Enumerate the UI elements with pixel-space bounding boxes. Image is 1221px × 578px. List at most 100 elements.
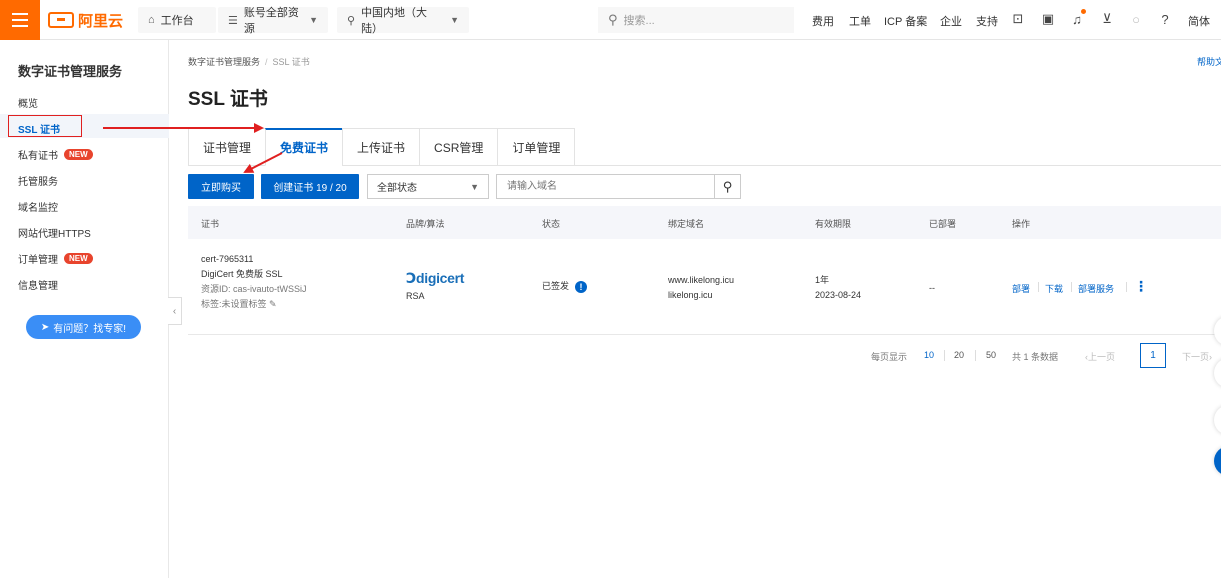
domain-search-button[interactable]: ⚲ [714,174,741,199]
sidebar-item-label: 订单管理 [18,255,58,266]
sidebar-item-domain-monitor[interactable]: 域名监控 [18,199,58,214]
sidebar-item-label: 网站代理HTTPS [18,229,91,240]
floating-widget[interactable] [1214,316,1221,346]
breadcrumb-current: SSL 证书 [272,57,310,67]
account-resources-dropdown[interactable]: ☰ 账号全部资源 ▼ [218,7,328,35]
top-link-icp[interactable]: ICP 备案 [884,13,927,29]
pager-divider [944,350,945,361]
row-divider [188,334,1221,335]
global-search-placeholder: 搜索... [623,15,655,27]
cert-tag[interactable]: 标签:未设置标签 ✎ [201,297,307,312]
op-divider [1126,282,1127,292]
deploy-service-link[interactable]: 部署服务 [1078,282,1114,295]
next-page-button[interactable]: 下一页› [1182,350,1212,363]
prev-page-button[interactable]: ‹上一页 [1085,350,1115,363]
sidebar-item-info[interactable]: 信息管理 [18,277,58,292]
digicert-mark-icon: Ↄ [406,270,416,286]
sidebar-title: 数字证书管理服务 [18,64,123,79]
workbench-button[interactable]: ⌂ 工作台 [138,7,216,33]
sidebar-item-ssl-cert[interactable]: SSL 证书 [18,121,60,136]
sidebar-item-label: 概览 [18,99,38,110]
sidebar-item-https-proxy[interactable]: 网站代理HTTPS [18,225,91,240]
floating-widget[interactable] [1214,446,1221,476]
sidebar-collapse-chevron-left-icon[interactable]: ‹ [168,297,182,325]
logo-text: 阿里云 [78,12,124,30]
table-row: cert-7965311 DigiCert 免费版 SSL 资源ID: cas-… [201,252,307,312]
status-select[interactable]: 全部状态 ▼ [367,174,489,199]
brand-name: digicert [415,270,465,286]
page-size-label: 每页显示 [871,352,908,362]
page-size-option[interactable]: 20 [954,350,964,360]
top-bar: 阿里云 ⌂ 工作台 ☰ 账号全部资源 ▼ ⚲ 中国内地（大陆） ▼ ⚲ 搜索..… [0,0,1221,40]
new-badge: NEW [64,149,93,160]
sidebar: 数字证书管理服务 概览 SSL 证书 私有证书 NEW 托管服务 域名监控 网站代… [0,40,169,578]
tab-orders[interactable]: 订单管理 [497,128,576,166]
help-circle-icon[interactable]: ? [1157,11,1173,27]
pager-divider [975,350,976,361]
new-badge: NEW [64,253,93,264]
help-doc-link[interactable]: 帮助文 [1197,55,1221,68]
column-header-deployed: 已部署 [929,219,957,229]
home-icon: ⌂ [148,14,155,26]
account-resources-label: 账号全部资源 [243,7,299,35]
notification-dot [1081,9,1086,14]
top-link-billing[interactable]: 费用 [812,13,834,29]
info-exclamation-icon[interactable]: ! [575,280,588,293]
tab-csr[interactable]: CSR管理 [419,128,498,166]
sidebar-item-orders[interactable]: 订单管理 NEW [18,251,93,266]
search-icon: ⚲ [608,12,618,27]
breadcrumb-separator: / [265,57,268,67]
tab-free-cert[interactable]: 免费证书 [265,128,343,166]
sidebar-item-overview[interactable]: 概览 [18,95,38,110]
bound-domains: www.likelong.icu likelong.icu [668,273,734,303]
column-header-status: 状态 [542,219,561,229]
cert-validity: 1年 2023-08-24 [815,273,861,303]
aliyun-logo[interactable]: 阿里云 [48,9,123,31]
region-dropdown[interactable]: ⚲ 中国内地（大陆） ▼ [337,7,469,35]
global-search-input[interactable]: ⚲ 搜索... [598,7,794,33]
terminal-icon[interactable]: ▣ [1040,11,1056,27]
more-options-kebab-icon[interactable]: ⋮ [1134,279,1148,293]
app-icon[interactable]: ⊡ [1010,11,1026,27]
deploy-link[interactable]: 部署 [1012,282,1030,295]
page-title: SSL 证书 [188,89,268,110]
sidebar-item-label: 私有证书 [18,151,58,162]
current-page-button[interactable]: 1 [1140,343,1166,368]
tab-label: 免费证书 [280,141,329,155]
op-divider [1071,282,1072,292]
top-link-enterprise[interactable]: 企业 [940,13,962,29]
digicert-logo: Ↄdigicert [406,270,464,287]
breadcrumb: 数字证书管理服务 / SSL 证书 [188,55,310,68]
lightbulb-icon[interactable]: ○ [1128,11,1144,27]
cert-id: cert-7965311 [201,254,254,264]
domain-search-input[interactable] [496,174,715,199]
edit-pencil-icon[interactable]: ✎ [269,299,277,309]
download-link[interactable]: 下载 [1045,282,1063,295]
create-cert-button[interactable]: 创建证书 19 / 20 [261,174,359,199]
sidebar-item-label: 信息管理 [18,281,58,292]
sidebar-item-private-cert[interactable]: 私有证书 NEW [18,147,93,162]
top-link-ticket[interactable]: 工单 [849,13,871,29]
breadcrumb-root[interactable]: 数字证书管理服务 [188,57,260,67]
language-switch[interactable]: 简体 [1188,13,1210,29]
floating-widget[interactable] [1214,405,1221,435]
sidebar-item-managed[interactable]: 托管服务 [18,173,58,188]
expert-help-button[interactable]: ➤ 有问题？找专家! [26,315,141,339]
chevron-down-icon: ▼ [470,181,479,192]
resource-id: 资源ID: cas-ivauto-tWSSiJ [201,284,307,294]
bound-domain: likelong.icu [668,290,713,300]
tab-upload-cert[interactable]: 上传证书 [342,128,420,166]
cart-icon[interactable]: ⊻ [1099,11,1115,27]
top-link-support[interactable]: 支持 [976,13,998,29]
next-page-label: 下一页 [1182,352,1210,362]
page-size-option[interactable]: 10 [924,350,934,360]
hamburger-menu-icon[interactable] [0,0,40,40]
buy-now-button[interactable]: 立即购买 [188,174,254,199]
search-icon: ⚲ [722,178,733,194]
column-header-actions: 操作 [1012,219,1031,229]
tab-cert-management[interactable]: 证书管理 [188,128,266,166]
page-size-option[interactable]: 50 [986,350,996,360]
cert-status: 已签发! [542,279,588,294]
floating-widget[interactable] [1214,358,1221,388]
tab-bar: 证书管理 免费证书 上传证书 CSR管理 订单管理 [188,128,576,166]
